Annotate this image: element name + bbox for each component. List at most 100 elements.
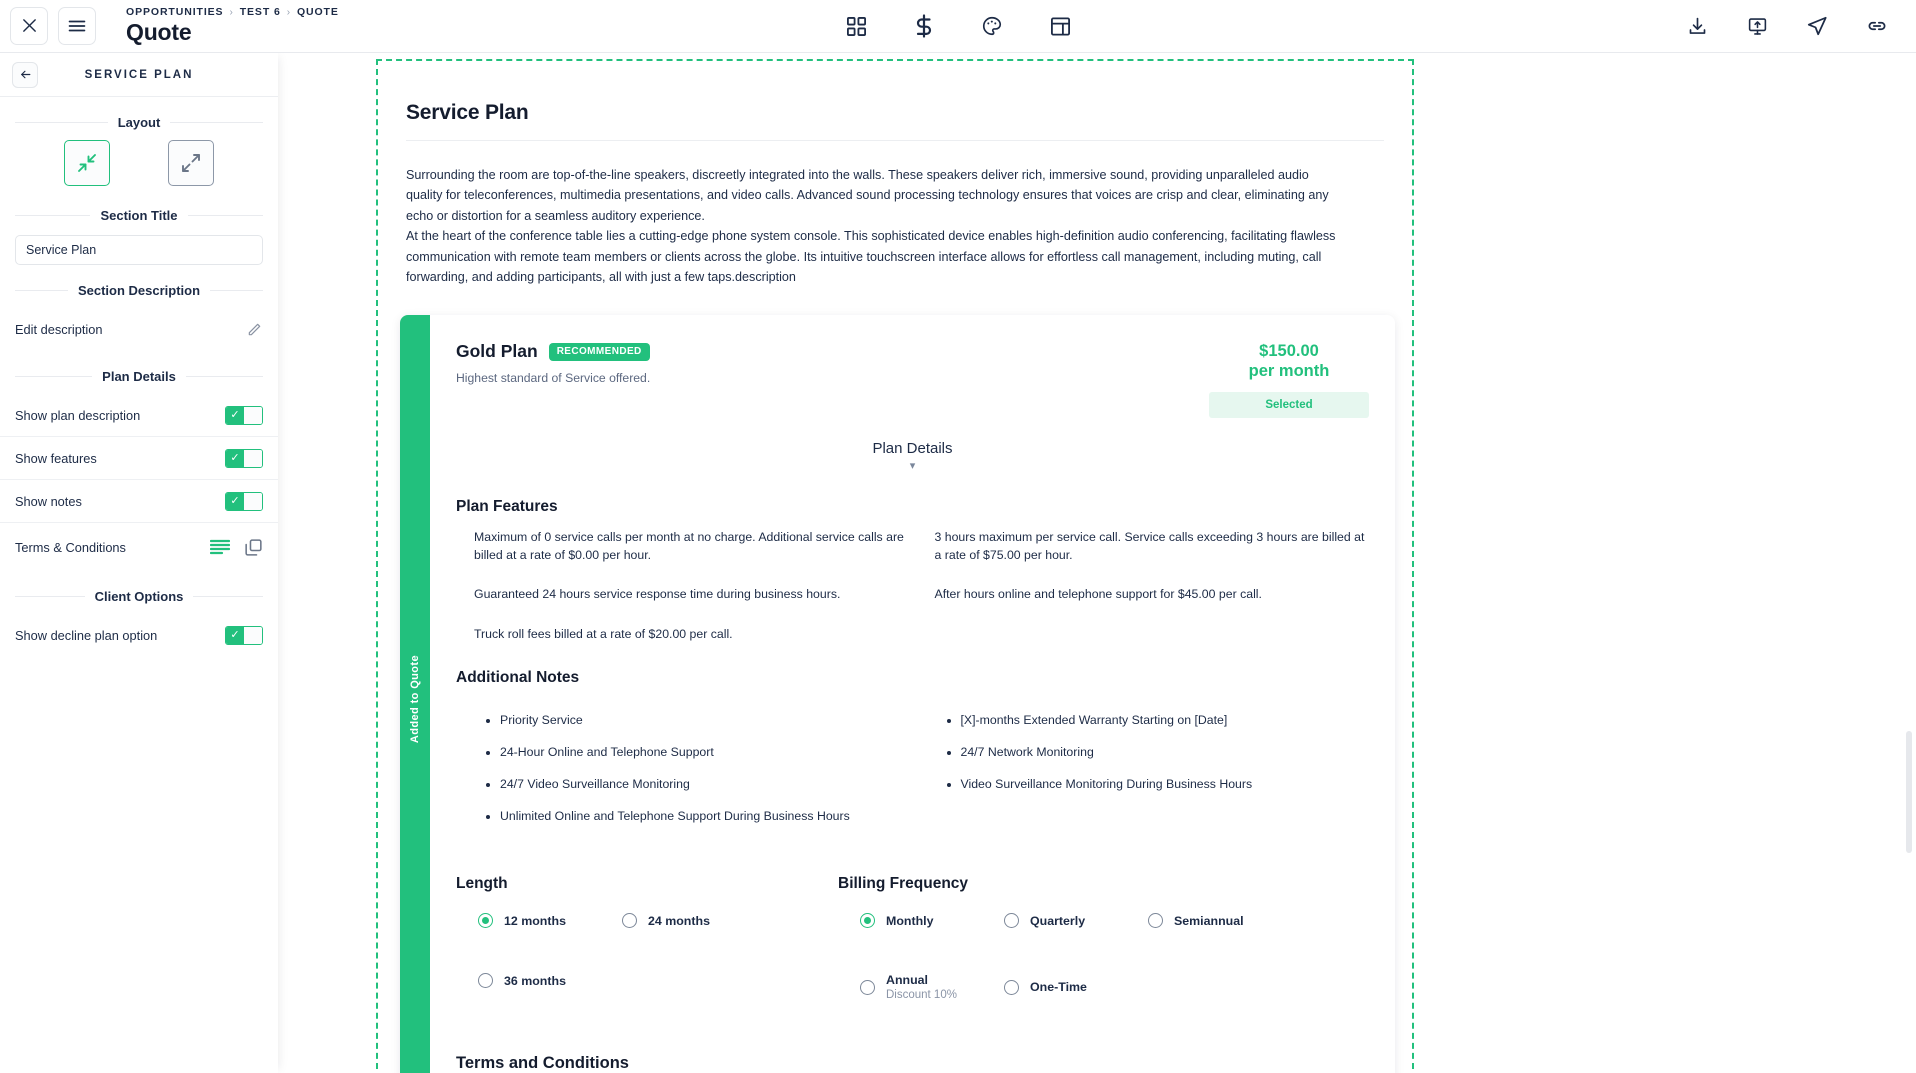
layout-compact-option[interactable] bbox=[64, 140, 110, 186]
breadcrumb-separator: › bbox=[286, 6, 291, 18]
toggle-label: Show decline plan option bbox=[15, 628, 158, 643]
toggle-row-show-notes[interactable]: Show notes ✓ bbox=[0, 480, 278, 523]
document-canvas[interactable]: Service Plan Surrounding the room are to… bbox=[278, 53, 1916, 1073]
send-icon[interactable] bbox=[1802, 11, 1832, 41]
toggle-check-icon: ✓ bbox=[226, 406, 244, 424]
terms-and-conditions-heading: Terms and Conditions bbox=[456, 1054, 629, 1073]
length-radio-group: 12 months 24 months 36 months bbox=[456, 913, 838, 1033]
sidebar-title: SERVICE PLAN bbox=[84, 68, 194, 81]
radio-indicator[interactable] bbox=[622, 913, 637, 929]
plan-feature: After hours online and telephone support… bbox=[934, 587, 1262, 602]
document-section-title: Service Plan bbox=[406, 101, 1384, 141]
palette-icon[interactable] bbox=[975, 9, 1009, 43]
terms-conditions-actions bbox=[210, 538, 263, 557]
toggle-row-show-decline-plan[interactable]: Show decline plan option ✓ bbox=[0, 614, 278, 657]
show-features-toggle[interactable]: ✓ bbox=[225, 448, 263, 468]
radio-option-24-months[interactable]: 24 months bbox=[622, 913, 766, 929]
breadcrumb: OPPORTUNITIES › TEST 6 › QUOTE bbox=[126, 6, 339, 18]
grid-icon[interactable] bbox=[839, 9, 873, 43]
description-paragraph: At the heart of the conference table lie… bbox=[406, 229, 1336, 284]
radio-indicator[interactable] bbox=[1148, 913, 1163, 929]
group-label-section-title: Section Title bbox=[15, 208, 263, 223]
recommended-badge: RECOMMENDED bbox=[548, 342, 650, 361]
radio-option-semiannual[interactable]: Semiannual bbox=[1148, 913, 1292, 929]
download-icon[interactable] bbox=[1682, 11, 1712, 41]
copy-icon[interactable] bbox=[244, 538, 263, 557]
radio-label: Quarterly bbox=[1030, 913, 1086, 928]
description-paragraph: Surrounding the room are top-of-the-line… bbox=[406, 168, 1329, 223]
length-block: Length 12 months 24 months 36 months bbox=[456, 875, 838, 1046]
radio-option-12-months[interactable]: 12 months bbox=[478, 913, 622, 929]
additional-notes-heading: Additional Notes bbox=[456, 669, 580, 687]
billing-frequency-block: Billing Frequency Monthly Quarterly Semi… bbox=[838, 875, 1369, 1046]
plan-price-unit: per month bbox=[1248, 362, 1330, 381]
breadcrumb-item-test6[interactable]: TEST 6 bbox=[240, 6, 281, 18]
group-label-section-description: Section Description bbox=[15, 283, 263, 298]
breadcrumb-item-quote[interactable]: QUOTE bbox=[297, 6, 339, 18]
dollar-icon[interactable] bbox=[907, 9, 941, 43]
toggle-check-icon: ✓ bbox=[226, 492, 244, 510]
plan-details-toggle[interactable]: Plan Details ▾ bbox=[456, 440, 1369, 472]
section-selection-outline[interactable]: Service Plan Surrounding the room are to… bbox=[376, 59, 1414, 1073]
section-title-input[interactable] bbox=[15, 235, 263, 265]
radio-sublabel-discount: Discount 10% bbox=[886, 989, 957, 1002]
show-notes-toggle[interactable]: ✓ bbox=[225, 491, 263, 511]
client-options-group: Client Options bbox=[0, 571, 278, 614]
breadcrumb-item-opportunities[interactable]: OPPORTUNITIES bbox=[126, 6, 223, 18]
quote-editor-app: OPPORTUNITIES › TEST 6 › QUOTE Quote SER… bbox=[0, 0, 1916, 1073]
show-plan-description-toggle[interactable]: ✓ bbox=[225, 405, 263, 425]
list-item: 24/7 Video Surveillance Monitoring bbox=[486, 777, 909, 791]
show-decline-plan-toggle[interactable]: ✓ bbox=[225, 626, 263, 645]
plan-details-group: Plan Details bbox=[0, 351, 278, 394]
list-lines-icon[interactable] bbox=[210, 539, 230, 555]
plan-feature: Truck roll fees billed at a rate of $20.… bbox=[474, 626, 733, 641]
close-icon[interactable] bbox=[10, 6, 48, 45]
toggle-label: Show notes bbox=[15, 493, 82, 509]
toolbar-left-group: OPPORTUNITIES › TEST 6 › QUOTE Quote bbox=[0, 6, 339, 45]
radio-indicator[interactable] bbox=[478, 973, 493, 989]
radio-label: 24 months bbox=[648, 913, 710, 928]
title-block: OPPORTUNITIES › TEST 6 › QUOTE Quote bbox=[126, 6, 339, 45]
radio-indicator[interactable] bbox=[860, 979, 875, 995]
radio-indicator[interactable] bbox=[860, 913, 875, 929]
layout-icon[interactable] bbox=[1043, 9, 1077, 43]
radio-option-one-time[interactable]: One-Time bbox=[1004, 973, 1148, 1001]
plan-card-body: Gold Plan RECOMMENDED Highest standard o… bbox=[430, 315, 1395, 1073]
plan-card[interactable]: Added to Quote Gold Plan RECOMMENDED Hig… bbox=[400, 315, 1395, 1073]
group-label-section-description-text: Section Description bbox=[77, 283, 201, 298]
toggle-check-icon: ✓ bbox=[226, 627, 244, 644]
radio-label: Annual bbox=[886, 973, 928, 988]
toggle-row-show-plan-description[interactable]: Show plan description ✓ bbox=[0, 394, 278, 437]
radio-option-quarterly[interactable]: Quarterly bbox=[1004, 913, 1148, 929]
list-item: Video Surveillance Monitoring During Bus… bbox=[946, 777, 1370, 791]
present-icon[interactable] bbox=[1742, 11, 1772, 41]
toggle-row-show-features[interactable]: Show features ✓ bbox=[0, 437, 278, 480]
plan-feature: Guaranteed 24 hours service response tim… bbox=[474, 587, 841, 602]
edit-description-row[interactable]: Edit description bbox=[0, 308, 278, 351]
layout-expanded-option[interactable] bbox=[168, 140, 214, 186]
billing-radio-group: Monthly Quarterly Semiannual Annual Disc… bbox=[838, 913, 1369, 1046]
hamburger-menu-icon[interactable] bbox=[58, 6, 96, 45]
layout-options bbox=[15, 140, 263, 186]
plan-options: Length 12 months 24 months 36 months Bil… bbox=[456, 875, 1369, 1046]
terms-and-conditions-row[interactable]: Terms & Conditions bbox=[0, 523, 278, 571]
radio-label: 36 months bbox=[504, 973, 566, 988]
plan-features-left-column: Maximum of 0 service calls per month at … bbox=[456, 528, 909, 644]
plan-header: Gold Plan RECOMMENDED Highest standard o… bbox=[456, 341, 1369, 418]
vertical-scrollbar[interactable] bbox=[1906, 731, 1912, 853]
pencil-icon[interactable] bbox=[245, 321, 263, 339]
radio-option-36-months[interactable]: 36 months bbox=[478, 973, 622, 989]
notes-list: [X]-months Extended Warranty Starting on… bbox=[917, 713, 1370, 791]
radio-option-monthly[interactable]: Monthly bbox=[860, 913, 1004, 929]
plan-selected-badge[interactable]: Selected bbox=[1209, 391, 1369, 418]
chevron-down-icon: ▾ bbox=[909, 459, 916, 472]
link-icon[interactable] bbox=[1862, 11, 1892, 41]
radio-option-annual[interactable]: Annual Discount 10% bbox=[860, 973, 1004, 1001]
radio-label: 12 months bbox=[504, 913, 566, 928]
arrow-left-icon[interactable] bbox=[12, 61, 38, 88]
plan-subtitle: Highest standard of Service offered. bbox=[456, 371, 651, 386]
radio-indicator[interactable] bbox=[1004, 913, 1019, 929]
notes-left-column: Priority Service 24-Hour Online and Tele… bbox=[456, 699, 909, 841]
radio-indicator[interactable] bbox=[478, 913, 493, 929]
radio-indicator[interactable] bbox=[1004, 979, 1019, 995]
